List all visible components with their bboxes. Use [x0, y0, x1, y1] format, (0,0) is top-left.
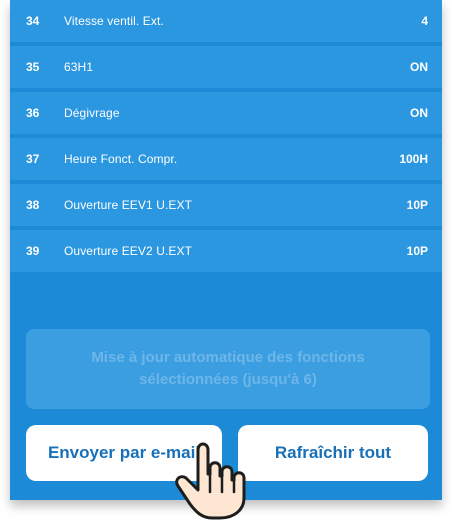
list-item[interactable]: 39 Ouverture EEV2 U.EXT 10P: [10, 230, 442, 272]
row-label: Heure Fonct. Compr.: [64, 152, 178, 166]
list-item[interactable]: 35 63H1 ON: [10, 46, 442, 88]
row-value: ON: [410, 60, 428, 74]
row-label: Vitesse ventil. Ext.: [64, 14, 164, 28]
hand-pointer-icon: [175, 442, 246, 520]
row-label: 63H1: [64, 60, 94, 74]
auto-update-label: Mise à jour automatique des fonctions sé…: [91, 349, 365, 388]
row-number: 38: [26, 198, 40, 212]
row-number: 36: [26, 106, 40, 120]
row-value: 10P: [406, 244, 428, 258]
row-value: 4: [421, 14, 428, 28]
row-number: 39: [26, 244, 40, 258]
list-item[interactable]: 34 Vitesse ventil. Ext. 4: [10, 0, 442, 42]
row-number: 34: [26, 14, 40, 28]
list-item[interactable]: 36 Dégivrage ON: [10, 92, 442, 134]
row-value: 100H: [399, 152, 428, 166]
refresh-all-button[interactable]: Rafraîchir tout: [238, 425, 428, 481]
auto-update-button[interactable]: Mise à jour automatique des fonctions sé…: [26, 329, 430, 409]
row-label: Ouverture EEV1 U.EXT: [64, 198, 193, 212]
row-number: 35: [26, 60, 40, 74]
row-value: ON: [410, 106, 428, 120]
list-item[interactable]: 38 Ouverture EEV1 U.EXT 10P: [10, 184, 442, 226]
row-number: 37: [26, 152, 40, 166]
row-label: Dégivrage: [64, 106, 120, 120]
row-value: 10P: [406, 198, 428, 212]
function-list: 34 Vitesse ventil. Ext. 4 35 63H1 ON 36 …: [10, 0, 442, 276]
row-label: Ouverture EEV2 U.EXT: [64, 244, 193, 258]
list-item[interactable]: 37 Heure Fonct. Compr. 100H: [10, 138, 442, 180]
